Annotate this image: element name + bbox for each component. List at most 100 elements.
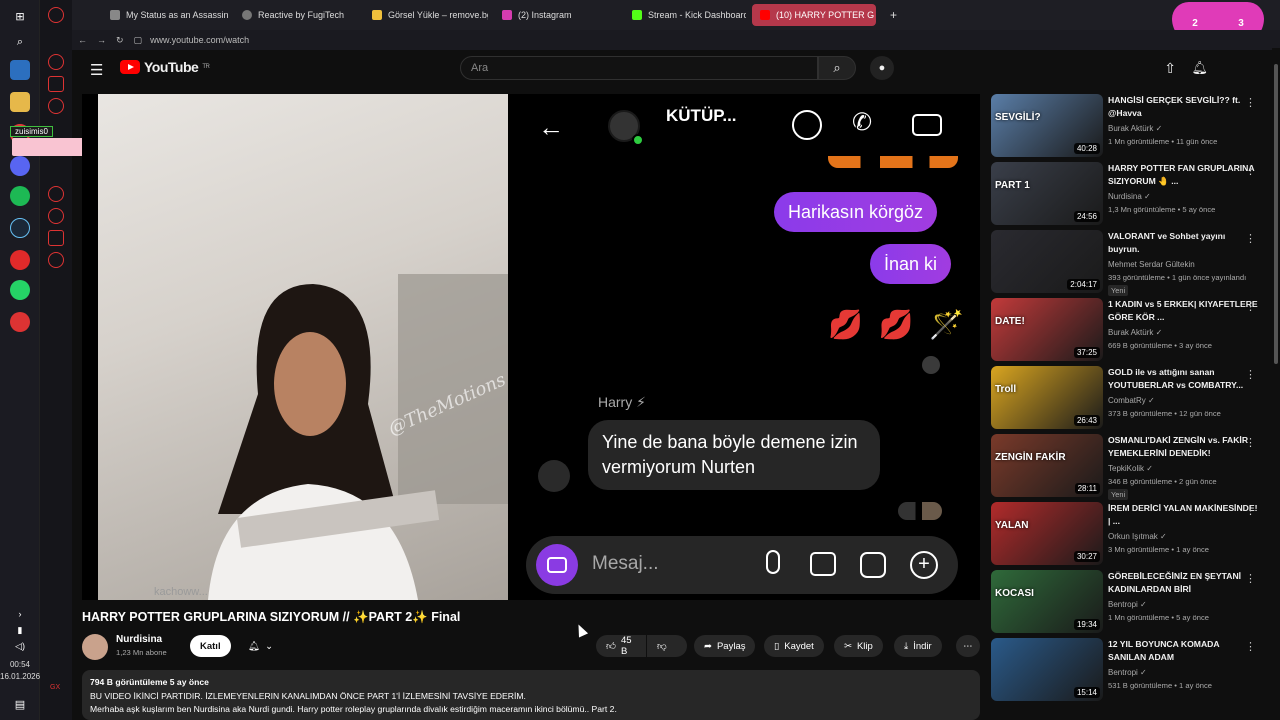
more-options-icon[interactable]: ⋮ (1245, 572, 1256, 585)
more-options-icon[interactable]: ⋮ (1245, 640, 1256, 653)
more-options-icon[interactable]: ⋮ (1245, 368, 1256, 381)
menu-icon[interactable]: ☰ (90, 61, 103, 79)
url-text[interactable]: www.youtube.com/watch (150, 35, 249, 45)
app-icon[interactable] (10, 312, 30, 332)
description-box[interactable]: 794 B görüntüleme 5 ay önce BU VIDEO İKİ… (82, 670, 980, 720)
channel-name[interactable]: Nurdisina (116, 634, 162, 645)
app-red-icon[interactable] (10, 250, 30, 270)
channel-name[interactable]: Burak Aktürk ✓ (1108, 124, 1162, 133)
video-thumbnail[interactable]: 15:14 (991, 638, 1103, 701)
more-options-icon[interactable]: ⋮ (1245, 164, 1256, 177)
new-tab-button[interactable]: + (882, 4, 898, 26)
video-thumbnail[interactable]: ZENGİN FAKİR 28:11 (991, 434, 1103, 497)
tab-5[interactable]: Stream - Kick Dashboard (624, 4, 746, 26)
tab-2[interactable]: Reactive by FugiTech (234, 4, 358, 26)
extensions-icon[interactable] (48, 230, 64, 246)
tab-6-active[interactable]: (10) HARRY POTTER G (752, 4, 876, 26)
forward-icon[interactable]: → (97, 35, 106, 45)
like-button[interactable]: 👍︎ 45 B (596, 635, 646, 657)
channel-name[interactable]: Orkun Işıtmak ✓ (1108, 532, 1167, 541)
channel-name[interactable]: Mehmet Serdar Gültekin (1108, 260, 1195, 269)
search-icon[interactable]: ⌕ (10, 32, 30, 52)
notification-bell-button[interactable]: 🔔︎ ⌄ (238, 635, 283, 657)
search-input[interactable]: Ara (460, 56, 818, 80)
video-title[interactable]: VALORANT ve Sohbet yayını buyrun. (1108, 230, 1258, 255)
recommended-video[interactable]: DATE! 37:25 1 KADIN vs 5 ERKEK| KIYAFETLER… (990, 298, 1270, 364)
video-thumbnail[interactable]: Troll 26:43 (991, 366, 1103, 429)
more-options-icon[interactable]: ⋮ (1245, 436, 1256, 449)
recommended-video[interactable]: Troll 26:43 GOLD ile vs attığını sanan YOU… (990, 366, 1270, 432)
steam-icon[interactable] (10, 218, 30, 238)
more-options-icon[interactable]: ⋮ (1245, 96, 1256, 109)
join-button[interactable]: Katıl (190, 635, 231, 657)
video-title[interactable]: İREM DERİCİ YALAN MAKİNESİNDE! | ... (1108, 502, 1258, 527)
video-thumbnail[interactable]: YALAN 30:27 (991, 502, 1103, 565)
video-title[interactable]: HANGİSİ GERÇEK SEVGİLİ?? ft. @Havva (1108, 94, 1258, 119)
voice-search-icon[interactable]: ● (870, 56, 894, 80)
folder-icon[interactable] (10, 92, 30, 112)
clock-date[interactable]: 16.01.2026 (0, 672, 40, 681)
video-thumbnail[interactable]: DATE! 37:25 (991, 298, 1103, 361)
clock-time[interactable]: 00:54 (0, 660, 40, 669)
gear-icon[interactable] (48, 252, 64, 268)
video-thumbnail[interactable]: PART 1 24:56 (991, 162, 1103, 225)
video-thumbnail[interactable]: SEVGİLİ? 40:28 (991, 94, 1103, 157)
channel-name[interactable]: Bentropi ✓ (1108, 600, 1147, 609)
channel-name[interactable]: Burak Aktürk ✓ (1108, 328, 1162, 337)
video-title[interactable]: 1 KADIN vs 5 ERKEK| KIYAFETLERE GÖRE KÖR… (1108, 298, 1258, 323)
bookmark-icon[interactable] (48, 76, 64, 92)
player-icon[interactable] (48, 186, 64, 202)
tab-3[interactable]: Görsel Yükle – remove.bg (364, 4, 488, 26)
channel-avatar[interactable] (82, 634, 108, 660)
video-player[interactable]: @TheMotions kachoww... ← KÜTÜP... ✆ Hari… (82, 94, 980, 600)
video-title[interactable]: GÖREBİLECEĞİNİZ EN ŞEYTANİ KADINLARDAN B… (1108, 570, 1258, 595)
video-title[interactable]: GOLD ile vs attığını sanan YOUTUBERLAR v… (1108, 366, 1258, 391)
youtube-logo[interactable]: YouTube TR (120, 59, 210, 75)
windows-start-icon[interactable]: ⊞ (10, 6, 30, 26)
reload-icon[interactable]: ↻ (116, 35, 124, 46)
channel-name[interactable]: Nurdisina ✓ (1108, 192, 1151, 201)
recommended-video[interactable]: 15:14 12 YIL BOYUNCA KOMADA SANILAN ADAM B… (990, 638, 1270, 704)
clock-icon[interactable] (48, 208, 64, 224)
tab-4[interactable]: (2) Instagram (494, 4, 618, 26)
notification-icon[interactable]: ▤ (10, 694, 30, 714)
settings-icon[interactable] (48, 98, 64, 114)
more-options-icon[interactable]: ⋮ (1245, 504, 1256, 517)
upload-icon[interactable]: ⇧ (1164, 60, 1176, 77)
spotify-icon[interactable] (10, 186, 30, 206)
recommended-video[interactable]: SEVGİLİ? 40:28 HANGİSİ GERÇEK SEVGİLİ?? ft… (990, 94, 1270, 160)
video-title[interactable]: 12 YIL BOYUNCA KOMADA SANILAN ADAM (1108, 638, 1258, 663)
back-icon[interactable]: ← (78, 35, 87, 45)
more-options-icon[interactable]: ⋮ (1245, 232, 1256, 245)
download-button[interactable]: ⤓ İndir (894, 635, 942, 657)
recommended-video[interactable]: YALAN 30:27 İREM DERİCİ YALAN MAKİNESİNDE!… (990, 502, 1270, 568)
video-title[interactable]: OSMANLI'DAKİ ZENGİN vs. FAKİR YEMEKLERİN… (1108, 434, 1258, 459)
recommended-video[interactable]: 2:04:17 VALORANT ve Sohbet yayını buyrun.… (990, 230, 1270, 296)
page-scrollbar[interactable] (1272, 48, 1280, 720)
recommended-video[interactable]: ZENGİN FAKİR 28:11 OSMANLI'DAKİ ZENGİN vs.… (990, 434, 1270, 500)
bell-icon[interactable]: 🔔︎ (1191, 60, 1208, 76)
channel-name[interactable]: TepkiKolik ✓ (1108, 464, 1153, 473)
video-thumbnail[interactable]: KOCASI 19:34 (991, 570, 1103, 633)
channel-name[interactable]: Bentropi ✓ (1108, 668, 1147, 677)
opera-icon[interactable] (48, 7, 64, 23)
video-thumbnail[interactable]: 2:04:17 (991, 230, 1103, 293)
video-title[interactable]: HARRY POTTER FAN GRUPLARINA SIZIYORUM 🤚 … (1108, 162, 1258, 187)
more-button[interactable]: ⋯ (956, 635, 980, 657)
share-button[interactable]: ➦ Paylaş (694, 635, 756, 657)
search-button[interactable]: ⌕ (818, 56, 856, 80)
clip-button[interactable]: ✂ Klip (834, 635, 883, 657)
more-options-icon[interactable]: ⋮ (1245, 300, 1256, 313)
volume-icon[interactable]: ◁) (10, 636, 30, 656)
dislike-button[interactable]: 👎︎ (647, 635, 687, 657)
recommended-video[interactable]: KOCASI 19:34 GÖREBİLECEĞİNİZ EN ŞEYTANİ KA… (990, 570, 1270, 636)
channel-name[interactable]: CombatRy ✓ (1108, 396, 1155, 405)
recommended-video[interactable]: PART 1 24:56 HARRY POTTER FAN GRUPLARINA S… (990, 162, 1270, 228)
whatsapp-icon[interactable] (10, 280, 30, 300)
app-icon[interactable] (10, 60, 30, 80)
history-icon[interactable] (48, 54, 64, 70)
save-button[interactable]: ▯ Kaydet (764, 635, 824, 657)
scrollbar-thumb[interactable] (1274, 64, 1278, 364)
tab-1[interactable]: My Status as an Assassin (102, 4, 228, 26)
discord-icon[interactable] (10, 156, 30, 176)
